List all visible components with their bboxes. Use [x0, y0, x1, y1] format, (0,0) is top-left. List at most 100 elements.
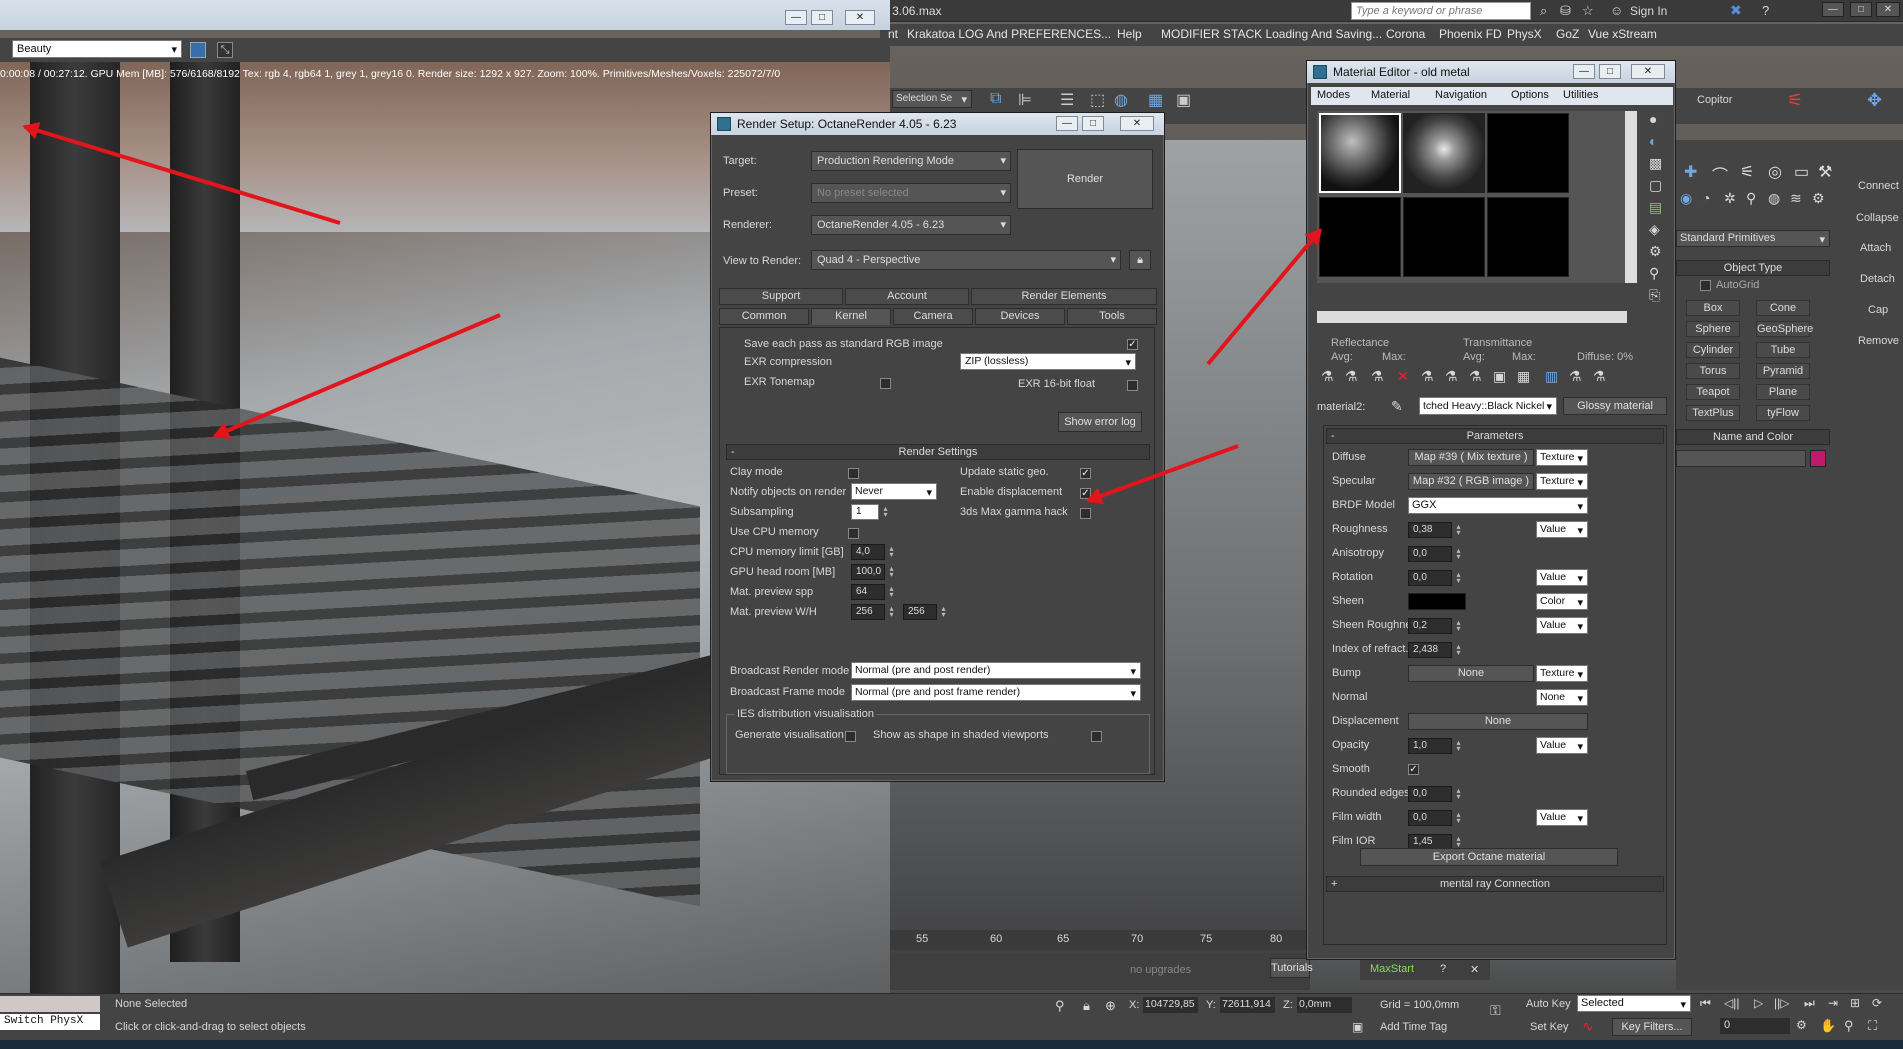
menu-options[interactable]: Options — [1511, 89, 1549, 101]
isolate-icon[interactable]: ⚲ — [1055, 998, 1065, 1014]
map-button[interactable]: None — [1408, 665, 1534, 682]
render-frame-icon[interactable]: ▣ — [1176, 90, 1191, 110]
use-cpu-memory-checkbox[interactable] — [848, 528, 859, 539]
slot-hscroll[interactable] — [1317, 311, 1627, 323]
cap-button[interactable]: Cap — [1868, 304, 1888, 316]
param-spinner[interactable]: 0,0 — [1408, 810, 1463, 826]
param-spinner[interactable]: 0,0 — [1408, 546, 1463, 562]
binoculars-icon[interactable]: ⌕ — [1540, 3, 1547, 19]
systems-icon[interactable]: ⚙ — [1812, 190, 1825, 207]
display-icon[interactable] — [190, 42, 206, 58]
map-button[interactable]: Map #32 ( RGB image ) — [1408, 473, 1534, 490]
motion-tab-icon[interactable]: ◎ — [1768, 162, 1782, 182]
preview-icon[interactable]: ◈ — [1649, 221, 1660, 238]
tab-devices[interactable]: Devices — [975, 308, 1065, 325]
material-name-input[interactable]: tched Heavy::Black Nickel — [1419, 397, 1557, 415]
go-to-start-icon[interactable]: ⏮ — [1700, 996, 1711, 1011]
maximize-viewport-icon[interactable]: ⛶ — [1868, 1018, 1877, 1034]
menu-navigation[interactable]: Navigation — [1435, 89, 1487, 101]
current-frame-input[interactable]: 0 — [1720, 1018, 1790, 1034]
go-to-end-icon[interactable]: ⏭ — [1804, 996, 1815, 1011]
play-icon[interactable]: ▷ — [1754, 996, 1763, 1010]
auto-key-mode-dropdown[interactable]: Selected — [1577, 995, 1691, 1012]
object-type-button[interactable]: TextPlus — [1686, 405, 1740, 421]
select-by-material-icon[interactable]: ⚲ — [1649, 265, 1659, 282]
cameras-icon[interactable]: ⚲ — [1746, 190, 1756, 207]
mental-ray-rollout[interactable]: + mental ray Connection — [1326, 876, 1664, 892]
object-type-button[interactable]: Teapot — [1686, 384, 1740, 400]
tab-common[interactable]: Common — [719, 308, 809, 325]
next-frame-icon[interactable]: ||▷ — [1774, 996, 1789, 1010]
menu-utilities[interactable]: Utilities — [1563, 89, 1598, 101]
generate-vis-checkbox[interactable] — [845, 731, 856, 742]
tutorials-button[interactable]: Tutorials — [1270, 958, 1313, 978]
category-dropdown[interactable]: Standard Primitives — [1676, 230, 1830, 247]
close-icon[interactable]: ✕ — [1470, 963, 1479, 976]
sample-type-icon[interactable]: ● — [1649, 111, 1657, 127]
subsampling-input[interactable]: 1 — [851, 504, 890, 520]
menu-item-corona[interactable]: Corona — [1386, 27, 1425, 41]
layer-icon[interactable]: ☰ — [1060, 90, 1074, 110]
attach-button[interactable]: Attach — [1860, 242, 1891, 254]
cpu-limit-input[interactable]: 4,0 — [851, 544, 896, 560]
param-spinner[interactable]: 1,0 — [1408, 738, 1463, 754]
set-key-icon[interactable]: ∿ — [1582, 1018, 1594, 1035]
object-type-button[interactable]: GeoSphere — [1756, 321, 1813, 337]
object-type-button[interactable]: Cylinder — [1686, 342, 1740, 358]
object-type-button[interactable]: Sphere — [1686, 321, 1740, 337]
exr-16bit-checkbox[interactable] — [1127, 380, 1138, 391]
channel-dropdown[interactable]: Beauty — [12, 40, 182, 58]
tab-tools[interactable]: Tools — [1067, 308, 1157, 325]
minimize-button[interactable]: — — [1056, 116, 1078, 131]
go-parent-icon[interactable]: ⚗ — [1569, 368, 1582, 385]
add-time-tag[interactable]: Add Time Tag — [1380, 1021, 1447, 1033]
snap-icon[interactable]: ✥ — [1867, 90, 1882, 111]
align-icon[interactable]: ⊫ — [1018, 90, 1032, 110]
minimize-button[interactable]: — — [1573, 64, 1595, 79]
selection-set-dropdown[interactable]: Selection Se — [892, 90, 972, 108]
param-mode-dropdown[interactable]: Texture — [1536, 473, 1588, 490]
collapse-button[interactable]: Collapse — [1856, 212, 1899, 224]
param-mode-dropdown[interactable]: None — [1536, 689, 1588, 706]
lights-icon[interactable]: ✲ — [1724, 190, 1736, 207]
zoom-extents-icon[interactable]: ⊞ — [1850, 996, 1860, 1010]
key-mode-icon[interactable]: ⇥ — [1828, 996, 1838, 1010]
param-mode-dropdown[interactable]: Value — [1536, 521, 1588, 538]
slot-scrollbar[interactable] — [1625, 111, 1637, 283]
absolute-mode-icon[interactable]: ⊕ — [1105, 998, 1116, 1014]
exr-tonemap-checkbox[interactable] — [880, 378, 891, 389]
material-editor-icon[interactable]: ◍ — [1114, 90, 1128, 110]
broadcast-frame-dropdown[interactable]: Normal (pre and post frame render) — [851, 684, 1141, 701]
eyedropper-icon[interactable]: ✎ — [1391, 398, 1403, 415]
orbit-icon[interactable]: ⟳ — [1872, 996, 1882, 1010]
set-key-button[interactable]: Set Key — [1530, 1021, 1569, 1033]
preset-dropdown[interactable]: No preset selected — [811, 183, 1011, 203]
object-name-input[interactable] — [1676, 450, 1806, 467]
render-setup-icon[interactable]: ▦ — [1148, 90, 1163, 110]
fit-icon[interactable]: ⤡ — [217, 42, 233, 58]
show-result-icon[interactable]: ▥ — [1545, 368, 1558, 385]
key-filters-button[interactable]: Key Filters... — [1612, 1018, 1692, 1036]
select-icon[interactable]: ⧉ — [990, 90, 1001, 108]
tab-render-elements[interactable]: Render Elements — [971, 288, 1157, 305]
object-type-button[interactable]: Box — [1686, 300, 1740, 316]
switch-physx-input[interactable]: Switch PhysX — [0, 1014, 100, 1030]
maxstart-link[interactable]: MaxStart — [1370, 963, 1414, 975]
time-tag-icon[interactable]: ▣ — [1352, 1020, 1363, 1034]
key-icon[interactable]: ⚿ — [1490, 1002, 1501, 1019]
timeline-ticks[interactable]: 55 60 65 70 75 80 — [890, 930, 1310, 950]
close-button[interactable]: ✕ — [845, 10, 875, 25]
backlight-icon[interactable]: ◐ — [1649, 133, 1657, 149]
help-icon[interactable]: ? — [1440, 963, 1446, 975]
object-type-button[interactable]: Cone — [1756, 300, 1810, 316]
show-as-shape-checkbox[interactable] — [1091, 731, 1102, 742]
search-input[interactable]: Type a keyword or phrase — [1351, 2, 1531, 20]
object-color-swatch[interactable] — [1810, 450, 1826, 467]
object-type-button[interactable]: Plane — [1756, 384, 1810, 400]
video-color-icon[interactable]: ▤ — [1649, 199, 1662, 216]
library-icon[interactable]: ⚗ — [1469, 368, 1482, 385]
tab-kernel[interactable]: Kernel — [811, 308, 891, 325]
param-spinner[interactable]: 0,2 — [1408, 618, 1463, 634]
hierarchy-tab-icon[interactable]: ⚟ — [1740, 162, 1754, 182]
close-button[interactable]: ✕ — [1120, 116, 1154, 131]
